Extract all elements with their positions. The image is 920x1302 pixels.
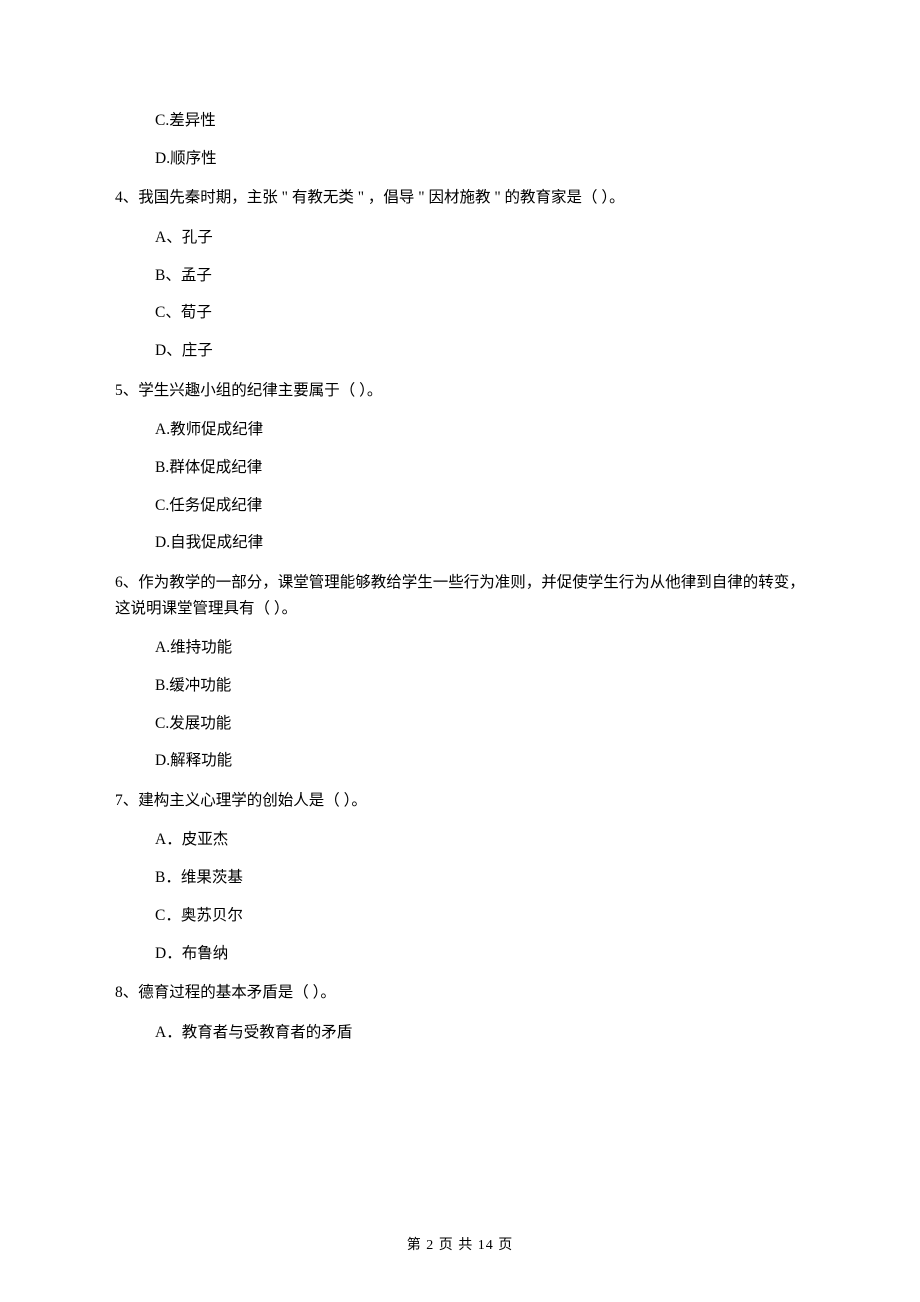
question-4: 4、我国先秦时期，主张 " 有教无类 " ，倡导 " 因材施教 " 的教育家是（…: [115, 185, 815, 361]
q7-option-d: D．布鲁纳: [155, 943, 815, 965]
q5-option-c: C.任务促成纪律: [155, 495, 815, 517]
question-5: 5、学生兴趣小组的纪律主要属于（ ）。 A.教师促成纪律 B.群体促成纪律 C.…: [115, 378, 815, 554]
q6-stem: 6、作为教学的一部分，课堂管理能够教给学生一些行为准则，并促使学生行为从他律到自…: [115, 570, 815, 621]
q4-option-c: C、荀子: [155, 302, 815, 324]
q3-option-c: C.差异性: [155, 110, 815, 132]
page: C.差异性 D.顺序性 4、我国先秦时期，主张 " 有教无类 " ，倡导 " 因…: [0, 0, 920, 1302]
q5-option-a: A.教师促成纪律: [155, 419, 815, 441]
q5-option-d: D.自我促成纪律: [155, 532, 815, 554]
q7-option-b: B．维果茨基: [155, 867, 815, 889]
q7-option-c: C．奥苏贝尔: [155, 905, 815, 927]
q6-option-d: D.解释功能: [155, 750, 815, 772]
q4-option-b: B、孟子: [155, 265, 815, 287]
q4-option-d: D、庄子: [155, 340, 815, 362]
q7-option-a: A．皮亚杰: [155, 829, 815, 851]
question-8: 8、德育过程的基本矛盾是（ ）。 A．教育者与受教育者的矛盾: [115, 980, 815, 1043]
q6-option-a: A.维持功能: [155, 637, 815, 659]
q5-stem: 5、学生兴趣小组的纪律主要属于（ ）。: [115, 378, 815, 404]
q5-option-b: B.群体促成纪律: [155, 457, 815, 479]
question-7: 7、建构主义心理学的创始人是（ ）。 A．皮亚杰 B．维果茨基 C．奥苏贝尔 D…: [115, 788, 815, 964]
q4-stem: 4、我国先秦时期，主张 " 有教无类 " ，倡导 " 因材施教 " 的教育家是（…: [115, 185, 815, 211]
q7-stem: 7、建构主义心理学的创始人是（ ）。: [115, 788, 815, 814]
q6-option-b: B.缓冲功能: [155, 675, 815, 697]
q4-option-a: A、孔子: [155, 227, 815, 249]
question-6: 6、作为教学的一部分，课堂管理能够教给学生一些行为准则，并促使学生行为从他律到自…: [115, 570, 815, 772]
q6-option-c: C.发展功能: [155, 713, 815, 735]
question-3-continued: C.差异性 D.顺序性: [115, 110, 815, 169]
q8-stem: 8、德育过程的基本矛盾是（ ）。: [115, 980, 815, 1006]
q8-option-a: A．教育者与受教育者的矛盾: [155, 1022, 815, 1044]
q3-option-d: D.顺序性: [155, 148, 815, 170]
page-footer: 第 2 页 共 14 页: [0, 1234, 920, 1254]
